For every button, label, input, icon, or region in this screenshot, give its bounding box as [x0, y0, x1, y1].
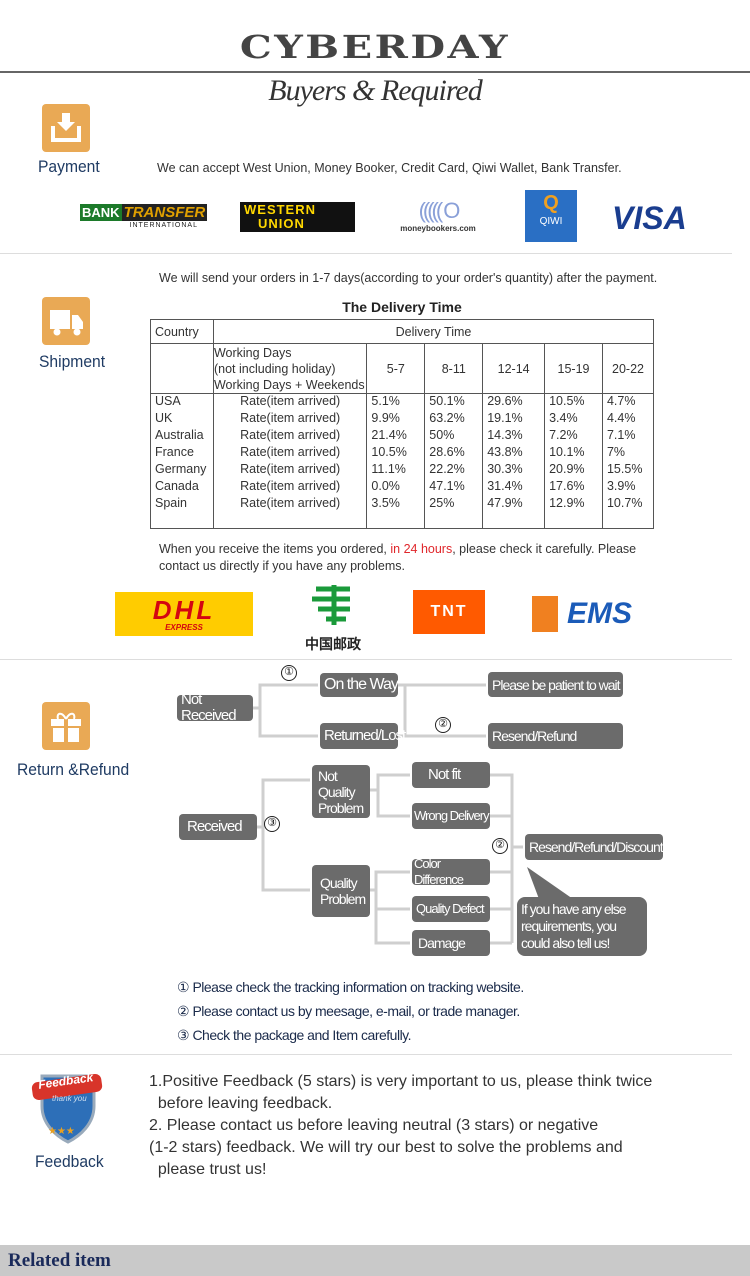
step-3-marker: ③	[264, 816, 280, 832]
on-the-way-box: On the Way	[320, 673, 399, 697]
not-received-box: Not Received	[177, 692, 253, 724]
divider	[0, 1054, 732, 1055]
returned-lost-box: Returned/Lost	[320, 723, 406, 749]
step-1-marker: ①	[281, 665, 297, 681]
note-2: ② Please contact us by meesage, e-mail, …	[177, 1003, 520, 1019]
not-fit-box: Not fit	[412, 762, 490, 788]
wrong-delivery-box: Wrong Delivery	[412, 803, 490, 829]
damage-box: Damage	[412, 930, 490, 956]
quality-defect-box: Quality Defect	[412, 896, 490, 922]
note-1: ① Please check the tracking information …	[177, 979, 524, 995]
not-quality-problem-box: Not Quality Problem	[312, 765, 370, 818]
feedback-shield-icon: ★★★ Feedback thank you	[30, 1068, 106, 1146]
note-3: ③ Check the package and Item carefully.	[177, 1027, 412, 1043]
related-items-bar	[0, 1245, 750, 1276]
resend-refund-box: Resend/Refund	[488, 723, 623, 749]
wait-box: Please be patient to wait	[488, 672, 623, 697]
step-2-marker: ②	[435, 717, 451, 733]
requirements-bubble: If you have any else requirements, you c…	[517, 897, 647, 956]
related-item-heading[interactable]: Related item	[8, 1250, 111, 1272]
svg-text:★★★: ★★★	[48, 1126, 75, 1137]
step-2-marker: ②	[492, 838, 508, 854]
feedback-text: 1.Positive Feedback (5 stars) is very im…	[149, 1073, 653, 1178]
color-difference-box: Color Difference	[412, 856, 490, 887]
feedback-label: Feedback	[35, 1152, 104, 1171]
quality-problem-box: Quality Problem	[312, 865, 370, 917]
resend-refund-discount-box: Resend/Refund/Discount	[525, 834, 664, 860]
received-box: Received	[179, 814, 257, 840]
